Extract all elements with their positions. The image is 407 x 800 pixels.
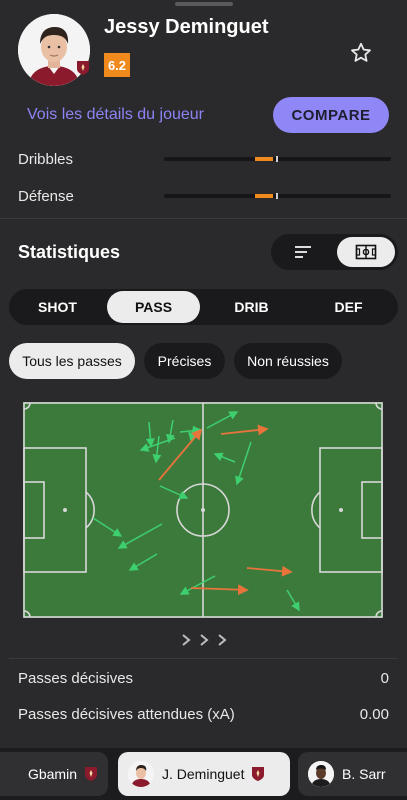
- segment-def[interactable]: DEF: [302, 291, 395, 323]
- player-name: Jessy Deminguet: [104, 16, 269, 38]
- dribbles-bar-marker: [276, 156, 278, 162]
- player-tab-name: J. Deminguet: [162, 766, 245, 782]
- stat-row-assists: Passes décisives 0: [18, 670, 389, 687]
- dribbles-bar: [164, 156, 391, 162]
- view-toggle: [271, 234, 398, 270]
- stat-value: 0: [380, 670, 389, 687]
- section-divider: [0, 218, 407, 219]
- player-tab-avatar: [308, 761, 334, 787]
- segment-shot[interactable]: SHOT: [11, 291, 104, 323]
- section-title: Statistiques: [18, 242, 121, 262]
- player-header: Jessy Deminguet 6.2 Vois les détails du …: [0, 0, 407, 146]
- rating-badge: 6.2: [104, 53, 130, 77]
- player-details-link[interactable]: Vois les détails du joueur: [27, 106, 204, 124]
- attr-label-defense: Défense: [18, 188, 74, 205]
- player-tab-name: Gbamin: [27, 766, 77, 782]
- player-tab-deminguet[interactable]: J. Deminguet: [118, 752, 290, 796]
- club-crest-icon: [77, 61, 89, 75]
- compare-button[interactable]: COMPARE: [273, 97, 389, 133]
- centre-spot: [201, 508, 205, 512]
- chevron-right-icon: [182, 634, 191, 646]
- stat-row-xa: Passes décisives attendues (xA) 0.00: [18, 706, 389, 723]
- filter-accurate[interactable]: Précises: [144, 343, 225, 379]
- stat-label: Passes décisives attendues (xA): [18, 706, 235, 723]
- stat-value: 0.00: [359, 706, 389, 723]
- defense-bar: [164, 193, 391, 199]
- player-tab-name: B. Sarr: [342, 766, 386, 782]
- pitch-view-icon[interactable]: [337, 237, 395, 267]
- left-penalty-spot: [63, 508, 67, 512]
- segment-pass[interactable]: PASS: [107, 291, 200, 323]
- pass-map: [23, 402, 383, 618]
- player-switcher: Gbamin J. Deminguet B. Sarr: [0, 748, 407, 800]
- club-crest-icon: [252, 767, 265, 781]
- stat-type-segmented-control: SHOT PASS DRIB DEF: [9, 289, 398, 325]
- player-tab-sarr[interactable]: B. Sarr: [298, 752, 407, 796]
- stats-divider: [9, 658, 398, 659]
- player-stats-screen: Dribbles Défense Jessy Deminguet 6.2 Voi…: [0, 0, 407, 800]
- favorite-star-icon[interactable]: [346, 38, 376, 68]
- chevron-right-icon: [200, 634, 209, 646]
- chevron-right-icon: [218, 634, 227, 646]
- filter-all-passes[interactable]: Tous les passes: [9, 343, 135, 379]
- club-crest-icon: [85, 767, 97, 781]
- pitch-direction-arrows: [180, 630, 228, 650]
- attr-label-dribbles: Dribbles: [18, 151, 74, 168]
- right-penalty-spot: [339, 508, 343, 512]
- filter-unsuccessful[interactable]: Non réussies: [234, 343, 342, 379]
- segment-drib[interactable]: DRIB: [205, 291, 298, 323]
- dribbles-bar-fill: [255, 157, 273, 161]
- list-view-icon[interactable]: [274, 237, 332, 267]
- defense-bar-marker: [276, 193, 278, 199]
- stat-label: Passes décisives: [18, 670, 134, 687]
- pitch-svg: [23, 402, 383, 618]
- defense-bar-fill: [255, 194, 273, 198]
- player-tab-avatar: [128, 761, 154, 787]
- sheet-grabber[interactable]: [175, 2, 233, 6]
- player-tab-gbamin[interactable]: Gbamin: [0, 752, 108, 796]
